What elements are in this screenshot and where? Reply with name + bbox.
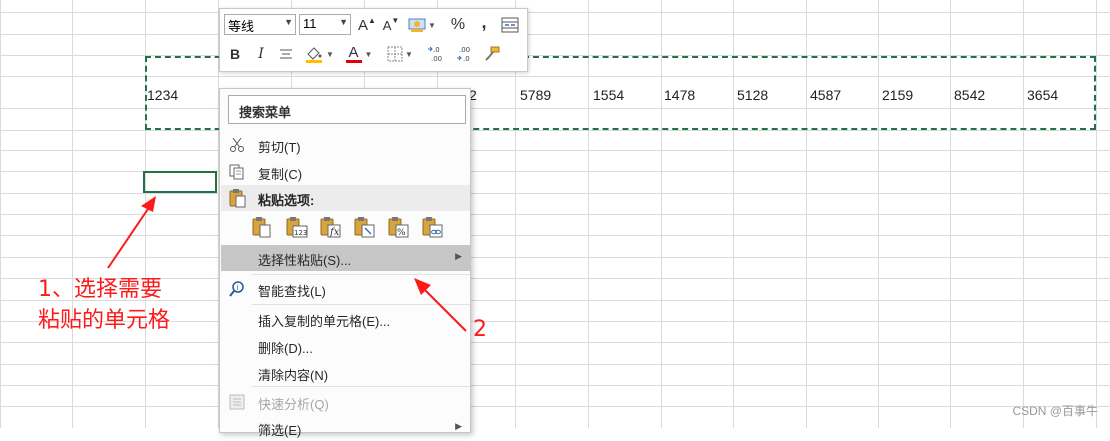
arrow-2-line (423, 288, 467, 332)
annotation-arrows (107, 196, 467, 332)
annotation-step-1-line-2: 粘贴的单元格 (38, 308, 171, 333)
annotation-step-1-line-1: 1、选择需要 (38, 277, 162, 302)
arrow-1-line (107, 205, 151, 269)
annotation-step-2: 2 (473, 317, 487, 342)
arrow-1-head (141, 196, 156, 212)
watermark: CSDN @百事牛 (1012, 404, 1098, 418)
annotation-step-1: 1、选择需要 粘贴的单元格 (38, 274, 170, 336)
